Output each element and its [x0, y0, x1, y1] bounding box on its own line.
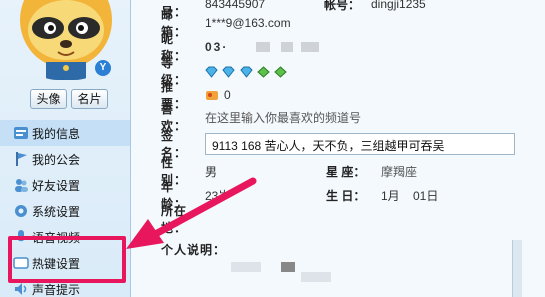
- nav-item-friend-settings[interactable]: 好友设置: [0, 172, 130, 198]
- nickname-value: 03·: [205, 40, 229, 54]
- email-value: 1***9@163.com: [205, 16, 291, 30]
- nav-item-label: 我的信息: [32, 126, 81, 141]
- birthday-value: 1月 01日: [381, 188, 439, 203]
- nav-item-label: 系统设置: [32, 204, 81, 219]
- nav-item-my-guild[interactable]: 我的公会: [0, 146, 130, 172]
- constellation-value: 摩羯座: [381, 164, 418, 179]
- card-button[interactable]: 名片: [71, 89, 108, 109]
- speaker-icon: [15, 283, 27, 295]
- ticket-icon: [206, 91, 218, 100]
- leaf-icon: [257, 66, 270, 78]
- level-badges: [205, 64, 288, 78]
- diamond-icon: [205, 66, 218, 78]
- signature-row: 签 名： 9113 168 苦心人，天不负，三组越甲可吞吴: [131, 129, 545, 160]
- diamond-icon: [222, 66, 236, 78]
- flag-icon: [16, 152, 27, 166]
- nav-item-my-info[interactable]: 我的信息: [0, 120, 130, 146]
- id-value: 843445907: [205, 0, 266, 11]
- recommend-value: 0: [224, 88, 231, 102]
- blurred-text: [281, 42, 293, 52]
- highlight-box: [8, 236, 126, 283]
- blurred-text: [301, 42, 319, 52]
- verified-badge-icon: Y: [95, 60, 111, 76]
- scrollbar[interactable]: [512, 240, 522, 297]
- blurred-text: [281, 262, 295, 272]
- arrow-icon: [126, 177, 257, 249]
- constellation-label: 星 座：: [326, 164, 366, 179]
- avatar-button[interactable]: 头像: [30, 89, 67, 109]
- birthday-label: 生 日：: [326, 188, 366, 203]
- signature-field[interactable]: 9113 168 苦心人，天不负，三组越甲可吞吴: [205, 133, 515, 155]
- account-value: dingji1235: [371, 0, 426, 11]
- blurred-text: [301, 272, 331, 282]
- blurred-text: [231, 262, 261, 272]
- nav-item-system-settings[interactable]: 系统设置: [0, 198, 130, 224]
- like-row: 喜 欢： 在这里输入你最喜欢的频道号: [131, 102, 545, 133]
- nav-item-label: 我的公会: [32, 152, 81, 167]
- friends-icon: [15, 179, 28, 192]
- account-label: 帐号：: [324, 0, 361, 12]
- blurred-text: [256, 42, 270, 52]
- diamond-icon: [240, 66, 253, 78]
- like-input[interactable]: 在这里输入你最喜欢的频道号: [205, 109, 361, 126]
- gear-icon: [15, 205, 27, 217]
- nav-item-label: 好友设置: [32, 178, 81, 193]
- info-icon: [14, 127, 28, 139]
- leaf-icon: [274, 66, 288, 78]
